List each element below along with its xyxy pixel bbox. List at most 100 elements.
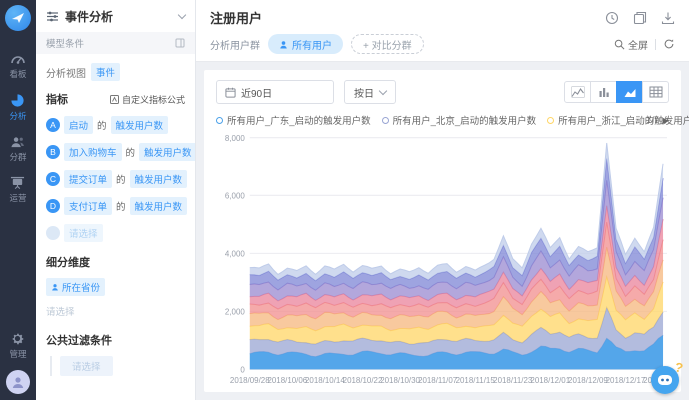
model-conditions-bar: 模型条件 <box>36 32 195 54</box>
svg-text:6,000: 6,000 <box>225 191 245 200</box>
sidebar-item-segments[interactable]: 分群 <box>9 135 26 163</box>
panel-title: 事件分析 <box>65 8 173 25</box>
legend-prev-arrow[interactable]: ◀ <box>636 116 642 125</box>
sidebar-item-manage[interactable]: 管理 <box>9 331 26 360</box>
svg-text:4,000: 4,000 <box>225 249 245 258</box>
svg-text:2018/10/22: 2018/10/22 <box>343 376 383 385</box>
filter-label: 公共过滤条件 <box>46 332 185 348</box>
legend-next-arrow[interactable]: ▶ <box>663 116 669 125</box>
person-icon <box>51 283 59 291</box>
legend-label: 所有用户_广东_启动的触发用户数 <box>227 113 371 127</box>
metric-row: D 支付订单的触发用户数 <box>46 197 185 215</box>
line-chart-icon <box>571 86 585 98</box>
metric-badge: B <box>46 145 60 159</box>
legend-marker <box>382 117 389 124</box>
collapse-panel-icon[interactable] <box>175 38 185 48</box>
sidebar-item-analysis[interactable]: 分析 <box>9 93 26 122</box>
main-body: 近90日 按日 <box>196 62 689 400</box>
metric-measure-tag[interactable]: 触发用户数 <box>130 197 188 215</box>
chart-type-table[interactable] <box>642 81 669 103</box>
user-avatar[interactable] <box>6 370 30 394</box>
tab-compare-segment[interactable]: + 对比分群 <box>351 34 424 54</box>
metric-badge: A <box>46 118 60 132</box>
sidebar-item-label: 分析 <box>9 110 26 122</box>
fullscreen-button[interactable]: 全屏 <box>614 37 648 52</box>
logo-icon <box>11 11 25 25</box>
metric-badge-empty <box>46 226 60 240</box>
metric-measure-tag[interactable]: 触发用户数 <box>130 170 188 188</box>
metric-event-tag[interactable]: 提交订单 <box>64 170 112 188</box>
filter-placeholder-wrap: 请选择 <box>50 356 185 376</box>
help-widget[interactable]: ? <box>651 364 681 394</box>
person-icon <box>279 40 288 49</box>
analysis-view-label: 分析视图 <box>46 65 86 80</box>
filter-placeholder[interactable]: 请选择 <box>60 356 113 376</box>
province-dimension-tag[interactable]: 所在省份 <box>46 278 105 296</box>
panel-header[interactable]: 事件分析 <box>36 0 195 32</box>
svg-text:2018/12/17: 2018/12/17 <box>606 376 646 385</box>
granularity-select[interactable]: 按日 <box>344 80 396 104</box>
dashboard-icon <box>10 52 26 66</box>
sidebar-item-dashboard[interactable]: 看板 <box>9 52 26 80</box>
metric-placeholder[interactable]: 请选择 <box>64 224 103 242</box>
legend-pager: ◀ 1/7 ▶ <box>636 115 669 125</box>
metric-row: C提交订单的触发用户数 <box>46 170 185 188</box>
svg-text:8,000: 8,000 <box>225 134 245 143</box>
chart-type-area[interactable] <box>616 81 643 103</box>
metric-event-tag[interactable]: 加入购物车 <box>64 143 122 161</box>
svg-text:2018/10/14: 2018/10/14 <box>305 376 345 385</box>
legend-item[interactable]: 所有用户_广东_启动的触发用户数 <box>216 113 371 127</box>
svg-text:2018/10/06: 2018/10/06 <box>267 376 307 385</box>
custom-formula-link[interactable]: 自定义指标公式 <box>110 93 185 106</box>
dimension-placeholder[interactable]: 请选择 <box>46 304 185 318</box>
date-range-picker[interactable]: 近90日 <box>216 80 334 104</box>
sidebar-item-operation[interactable]: 运营 <box>9 176 26 204</box>
metric-measure-tag[interactable]: 触发用户数 <box>111 116 169 134</box>
rail-bottom: 管理 <box>6 318 30 400</box>
chart-card: 近90日 按日 <box>204 70 681 392</box>
svg-text:2018/12/01: 2018/12/01 <box>530 376 570 385</box>
metric-connector: 的 <box>116 199 126 213</box>
metric-event-tag[interactable]: 启动 <box>64 116 93 134</box>
download-button[interactable] <box>661 11 675 25</box>
refresh-icon <box>663 38 675 50</box>
nav-rail: 看板分析分群运营 管理 <box>0 0 36 400</box>
metric-row: A 启动的触发用户数 <box>46 116 185 134</box>
bar-chart-icon <box>597 86 611 98</box>
tab-all-users[interactable]: 所有用户 <box>268 34 343 54</box>
metric-rows: A启动的触发用户数B加入购物车的触发用户数C提交订单的触发用户数D支付订单的触发… <box>46 116 185 215</box>
area-chart-icon <box>623 86 637 98</box>
formula-icon <box>110 95 119 104</box>
page-title: 注册用户 <box>210 8 591 27</box>
analysis-view-tag[interactable]: 事件 <box>91 63 120 81</box>
legend-item[interactable]: 所有用户_北京_启动的触发用户数 <box>382 113 537 127</box>
refresh-button[interactable] <box>663 38 675 50</box>
save-button[interactable] <box>633 11 647 25</box>
stacked-area-chart[interactable]: 02,0004,0006,0008,0002018/09/282018/10/0… <box>216 129 669 386</box>
metric-connector: 的 <box>126 145 136 159</box>
metric-measure-tag[interactable]: 触发用户数 <box>139 143 195 161</box>
download-icon <box>661 11 675 25</box>
app-logo[interactable] <box>5 5 31 31</box>
metric-badge: D <box>46 199 60 213</box>
svg-text:2018/12/09: 2018/12/09 <box>568 376 608 385</box>
panel-body: 分析视图 事件 指标 自定义指标公式 A启动的触发用户数B加入购物车的触发用户数… <box>36 54 195 385</box>
zoom-icon <box>614 39 625 50</box>
sidebar-item-label: 看板 <box>9 68 26 80</box>
assistant-avatar-icon <box>651 366 679 394</box>
metric-connector: 的 <box>97 118 107 132</box>
event-analysis-icon <box>46 10 59 23</box>
segments-icon <box>10 135 25 149</box>
analysis-group-label: 分析用户群 <box>210 37 260 52</box>
chart-type-line[interactable] <box>564 81 591 103</box>
sidebar-item-label: 分群 <box>9 151 26 163</box>
metric-event-tag[interactable]: 支付订单 <box>64 197 112 215</box>
metrics-label: 指标 <box>46 91 68 107</box>
chart-type-bar[interactable] <box>590 81 617 103</box>
history-icon <box>605 11 619 25</box>
main-area: 注册用户 分析用户群 所有用户 + 对比分群 <box>196 0 689 400</box>
dimension-label: 细分维度 <box>46 254 185 270</box>
copy-icon <box>633 11 647 25</box>
table-icon <box>649 86 663 98</box>
history-button[interactable] <box>605 11 619 25</box>
